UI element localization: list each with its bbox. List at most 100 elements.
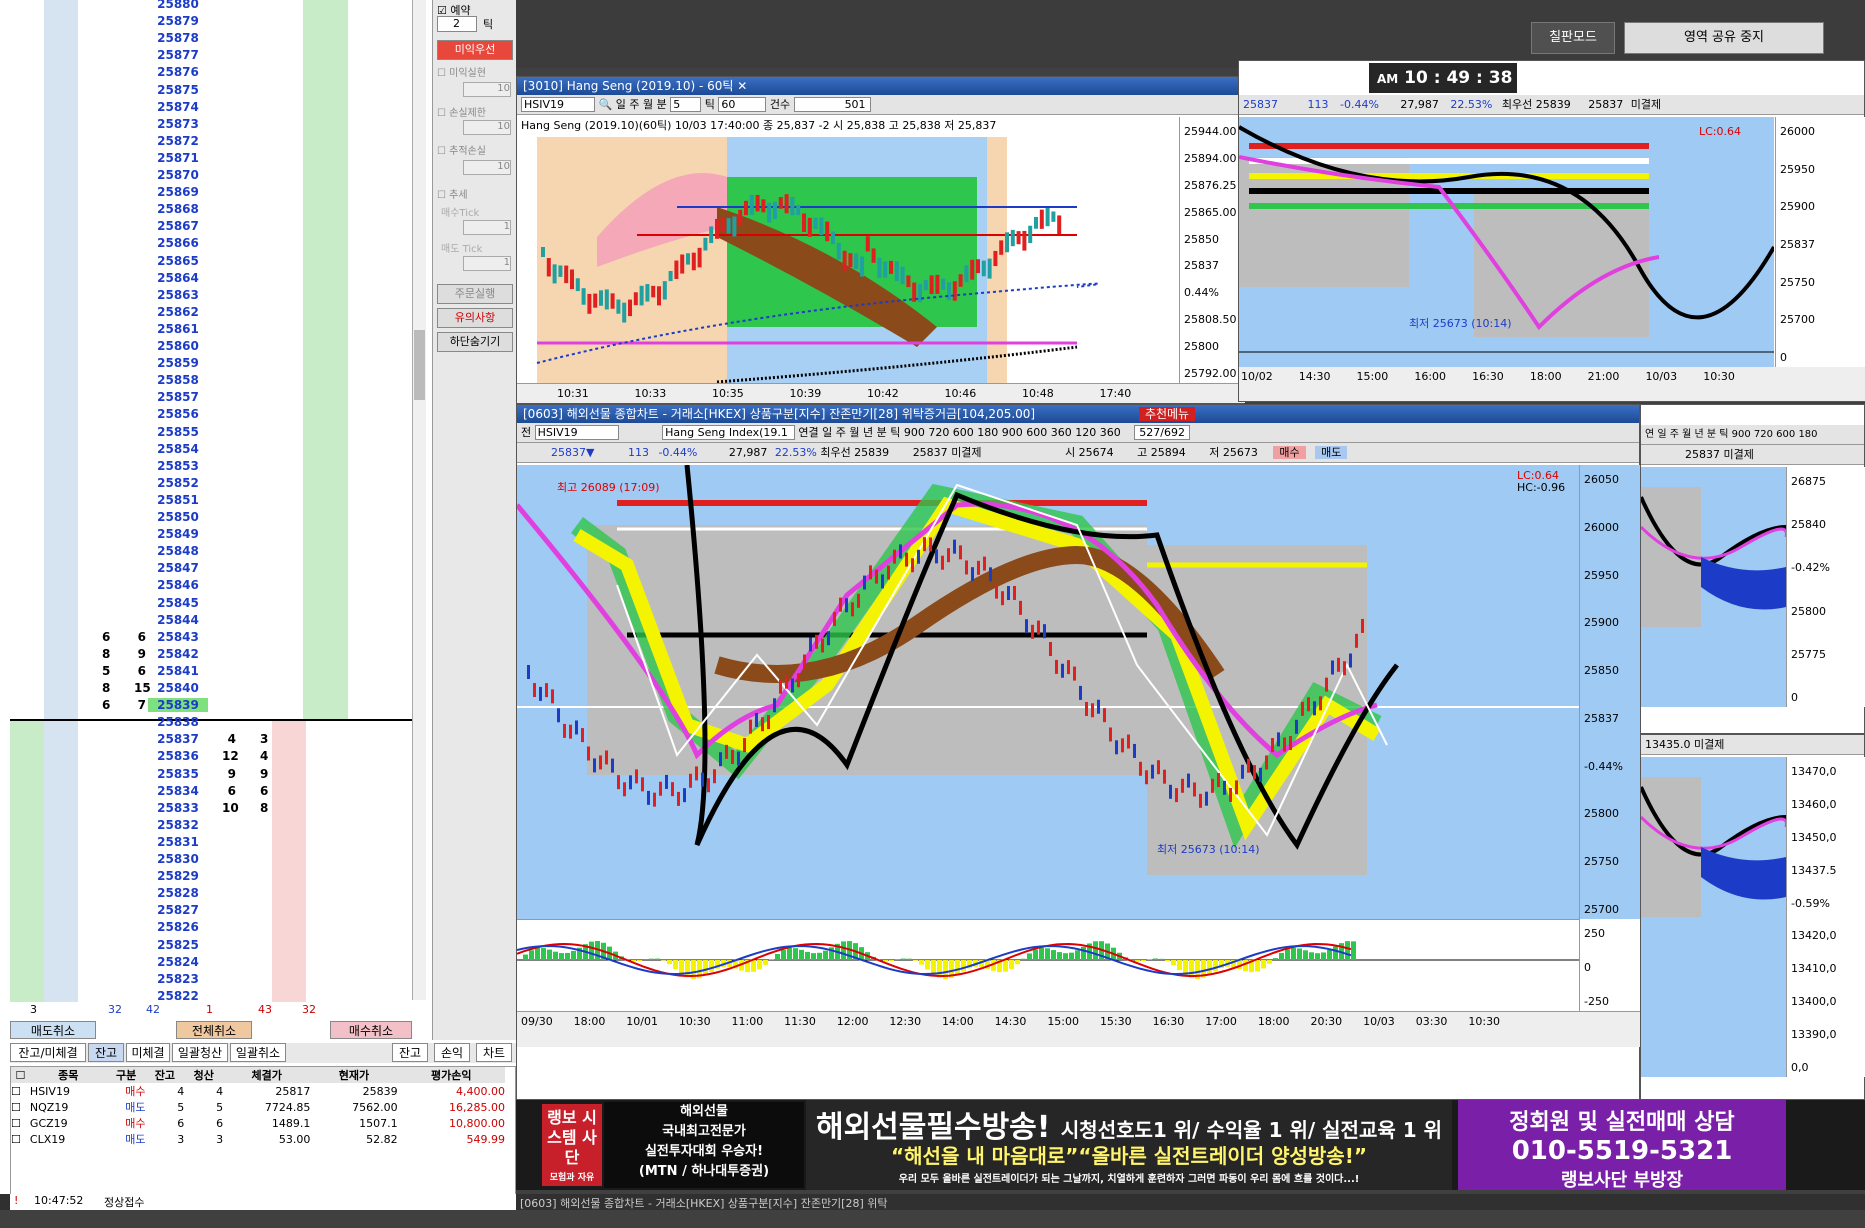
profit-first-button[interactable]: 미익우선 bbox=[437, 40, 513, 60]
stop-share-button[interactable]: 영역 공유 중지 bbox=[1624, 22, 1824, 54]
ladder-row[interactable]: 25846 bbox=[10, 577, 412, 594]
ladder-row[interactable]: 2584289 bbox=[10, 646, 412, 663]
tick-chart-plot[interactable] bbox=[517, 117, 1177, 383]
ladder-row[interactable]: 25836124 bbox=[10, 748, 412, 765]
pos-col-header[interactable]: 청산 bbox=[184, 1067, 223, 1083]
tick-qty-input[interactable]: 2 bbox=[437, 16, 477, 32]
ladder-row[interactable]: 25851 bbox=[10, 492, 412, 509]
ladder-row[interactable]: 25852 bbox=[10, 475, 412, 492]
ladder-row[interactable]: 25870 bbox=[10, 167, 412, 184]
ladder-row[interactable]: 25880 bbox=[10, 0, 412, 13]
sell-cancel-button[interactable]: 매도취소 bbox=[10, 1021, 96, 1039]
ladder-row[interactable]: 25822 bbox=[10, 988, 412, 1002]
loss-limit-checkbox[interactable]: ☐ 손실제한 bbox=[437, 104, 486, 119]
position-row[interactable]: ☐GCZ19매수661489.11507.110,800.00 bbox=[11, 1115, 505, 1131]
row-checkbox[interactable]: ☐ bbox=[11, 1099, 30, 1115]
pos-col-header[interactable]: 잔고 bbox=[145, 1067, 184, 1083]
ladder-row[interactable]: 25860 bbox=[10, 338, 412, 355]
r1-plot[interactable] bbox=[1641, 467, 1786, 707]
ladder-row[interactable]: 25838 bbox=[10, 714, 412, 731]
ladder-row[interactable]: 25858 bbox=[10, 372, 412, 389]
ladder-row[interactable]: 2584156 bbox=[10, 663, 412, 680]
ladder-row[interactable]: 25840815 bbox=[10, 680, 412, 697]
ladder-row[interactable]: 25862 bbox=[10, 304, 412, 321]
r2-plot[interactable] bbox=[1641, 757, 1786, 1077]
order-exec-button[interactable]: 주문실행 bbox=[437, 284, 513, 304]
ladder-row[interactable]: 25831 bbox=[10, 834, 412, 851]
pos-col-header[interactable]: 종목 bbox=[30, 1067, 107, 1083]
main-sell-button[interactable]: 매도 bbox=[1315, 446, 1347, 459]
ladder-row[interactable]: 25877 bbox=[10, 47, 412, 64]
ladder-row[interactable]: 25863 bbox=[10, 287, 412, 304]
count-input[interactable]: 501 bbox=[794, 97, 871, 112]
ladder-row[interactable]: 25869 bbox=[10, 184, 412, 201]
price-ladder[interactable]: 2588025879258782587725876258752587425873… bbox=[10, 0, 412, 1002]
ladder-scrollbar[interactable] bbox=[412, 0, 426, 1000]
pnl-button[interactable]: 손익 bbox=[434, 1043, 470, 1062]
ladder-row[interactable]: 25828 bbox=[10, 885, 412, 902]
ladder-row[interactable]: 25872 bbox=[10, 133, 412, 150]
ladder-row[interactable]: 2583599 bbox=[10, 766, 412, 783]
trail-loss-checkbox[interactable]: ☐ 추적손실 bbox=[437, 142, 486, 157]
ladder-row[interactable]: 25844 bbox=[10, 612, 412, 629]
ladder-row[interactable]: 25859 bbox=[10, 355, 412, 372]
position-row[interactable]: ☐HSIV19매수4425817258394,400.00 bbox=[11, 1083, 505, 1099]
ladder-row[interactable]: 2583743 bbox=[10, 731, 412, 748]
ladder-row[interactable]: 25827 bbox=[10, 902, 412, 919]
profit-real-input[interactable]: 10 bbox=[463, 82, 511, 97]
position-row[interactable]: ☐CLX19매도3353.0052.82549.99 bbox=[11, 1131, 505, 1147]
ladder-row[interactable]: 2584366 bbox=[10, 629, 412, 646]
main-subplot[interactable] bbox=[517, 919, 1579, 1011]
main-period-buttons[interactable]: 연결 일 주 월 년 분 틱 900 720 600 180 900 600 3… bbox=[798, 426, 1120, 439]
row-checkbox[interactable]: ☐ bbox=[11, 1131, 30, 1147]
period-select[interactable]: 60 bbox=[718, 97, 766, 112]
ladder-row[interactable]: 25833108 bbox=[10, 800, 412, 817]
ladder-row[interactable]: 25871 bbox=[10, 150, 412, 167]
ladder-row[interactable]: 25867 bbox=[10, 218, 412, 235]
pos-col-header[interactable]: 체결가 bbox=[223, 1067, 310, 1083]
tab-bulk-cancel[interactable]: 일괄취소 bbox=[230, 1043, 286, 1062]
pos-col-header[interactable]: 구분 bbox=[107, 1067, 146, 1083]
ladder-row[interactable]: 25865 bbox=[10, 253, 412, 270]
ladder-row[interactable]: 25847 bbox=[10, 560, 412, 577]
buy-cancel-button[interactable]: 매수취소 bbox=[330, 1021, 412, 1039]
recommend-menu-button[interactable]: 추천메뉴 bbox=[1139, 407, 1195, 421]
sell-tick-input[interactable]: 1 bbox=[463, 256, 511, 271]
loss-limit-input[interactable]: 10 bbox=[463, 120, 511, 135]
symbol-select[interactable]: HSIV19 bbox=[521, 97, 595, 112]
trend-checkbox[interactable]: ☐ 추세 bbox=[437, 186, 468, 201]
ladder-row[interactable]: 25876 bbox=[10, 64, 412, 81]
tab-unfilled[interactable]: 미체결 bbox=[126, 1043, 170, 1062]
ladder-row[interactable]: 25826 bbox=[10, 919, 412, 936]
ladder-row[interactable]: 25832 bbox=[10, 817, 412, 834]
hide-bottom-button[interactable]: 하단숨기기 bbox=[437, 332, 513, 352]
main-symbol-select[interactable]: HSIV19 bbox=[535, 425, 619, 440]
scroll-thumb[interactable] bbox=[414, 330, 425, 400]
blackboard-mode-button[interactable]: 칠판모드 bbox=[1531, 22, 1615, 54]
top-right-plot[interactable]: 최저 25673 (10:14)LC:0.64 bbox=[1239, 117, 1774, 367]
ladder-row[interactable]: 25875 bbox=[10, 82, 412, 99]
ladder-row[interactable]: 2583967 bbox=[10, 697, 412, 714]
ladder-row[interactable]: 25823 bbox=[10, 971, 412, 988]
row-checkbox[interactable]: ☐ bbox=[11, 1115, 30, 1131]
ladder-row[interactable]: 25824 bbox=[10, 954, 412, 971]
ladder-row[interactable]: 25845 bbox=[10, 595, 412, 612]
ladder-row[interactable]: 25879 bbox=[10, 13, 412, 30]
all-cancel-button[interactable]: 전체취소 bbox=[176, 1021, 252, 1039]
ladder-row[interactable]: 25861 bbox=[10, 321, 412, 338]
trail-loss-input[interactable]: 10 bbox=[463, 160, 511, 175]
search-icon[interactable]: 🔍 bbox=[599, 98, 613, 111]
balance-button[interactable]: 잔고 bbox=[392, 1043, 428, 1062]
ladder-row[interactable]: 25853 bbox=[10, 458, 412, 475]
ladder-row[interactable]: 2583466 bbox=[10, 783, 412, 800]
caution-button[interactable]: 유의사항 bbox=[437, 308, 513, 328]
ladder-row[interactable]: 25868 bbox=[10, 201, 412, 218]
taskbar-item-2[interactable]: [0603] 해외선물 종합차트 - 거래소[HKEX] 상품구분[지수] 잔존… bbox=[520, 1195, 888, 1211]
position-row[interactable]: ☐NQZ19매도557724.857562.0016,285.00 bbox=[11, 1099, 505, 1115]
ladder-row[interactable]: 25866 bbox=[10, 235, 412, 252]
ladder-row[interactable]: 25855 bbox=[10, 424, 412, 441]
chart-button[interactable]: 차트 bbox=[476, 1043, 512, 1062]
tick-chart-titlebar[interactable]: [3010] Hang Seng (2019.10) - 60틱 ✕ bbox=[517, 77, 1243, 95]
tab-bulk-liquidate[interactable]: 일괄청산 bbox=[172, 1043, 228, 1062]
main-chart-titlebar[interactable]: [0603] 해외선물 종합차트 - 거래소[HKEX] 상품구분[지수] 잔존… bbox=[517, 405, 1639, 423]
